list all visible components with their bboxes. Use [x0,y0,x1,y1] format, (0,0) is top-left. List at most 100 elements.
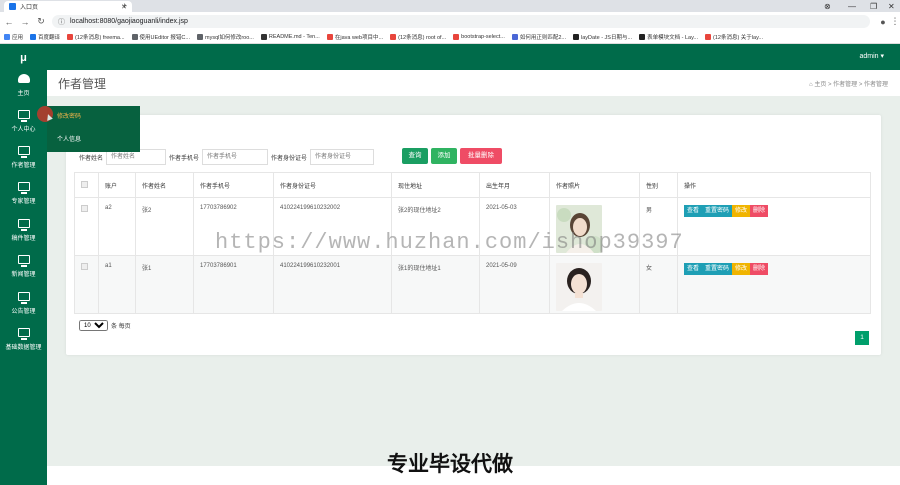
bookmark-item[interactable]: 在java web项目中... [326,33,384,41]
user-menu[interactable]: admin ▾ [859,52,884,60]
bookmark-favicon-icon [196,34,203,40]
bookmark-item[interactable]: 如何用正则匹配2... [511,33,567,41]
bookmark-favicon-icon [67,34,74,40]
maximize-icon[interactable]: ❐ [870,0,877,12]
delete-button[interactable]: 删除 [750,263,769,275]
row-checkbox-cell[interactable] [74,197,99,256]
reset-password-button[interactable]: 重置密码 [702,263,733,275]
author-id-label: 作者身份证号 [271,155,308,162]
bookmark-favicon-icon [639,34,646,40]
add-button[interactable]: 添加 [431,148,457,164]
profile-icon[interactable]: ⊗ [824,0,831,12]
author-phone-label: 作者手机号 [169,155,200,162]
row-checkbox[interactable] [81,205,88,212]
cell-account: a1 [98,255,136,314]
sidebar-item-base-data-mgmt[interactable]: 基础数据管理 [0,328,47,351]
select-all-header[interactable] [74,172,99,198]
cell-actions: 查看 重置密码 修改 删除 [677,197,871,256]
bookmark-item[interactable]: 表单模块文档 - Lay... [639,33,698,41]
monitor-icon [17,219,30,231]
new-tab-icon[interactable]: + [122,1,127,11]
row-checkbox[interactable] [81,263,88,270]
bookmark-label: README.md - Ten... [268,34,320,40]
bookmark-label: (12条消息) freema... [75,35,125,41]
cell-birth: 2021-05-09 [479,255,550,314]
bookmark-label: 如何用正则匹配2... [519,35,567,41]
mouse-cursor-icon [37,106,53,122]
query-button[interactable]: 查询 [402,148,428,164]
view-button[interactable]: 查看 [684,205,703,217]
table-header-row: 账户 作者姓名 作者手机号 作者身份证号 现住地址 出生年月 作者照片 性别 操… [74,172,871,198]
bookmark-item[interactable]: (12条消息) 关于lay... [705,33,763,41]
sidebar-item-author-mgmt[interactable]: 作者管理 [0,146,47,169]
author-photo [556,263,602,311]
row-checkbox-cell[interactable] [74,255,99,314]
bookmark-item[interactable]: bootstrap-select... [453,34,505,40]
column-header: 作者身份证号 [273,172,392,198]
bookmark-item[interactable]: 应用 [4,33,23,41]
bookmark-favicon-icon [4,34,10,40]
submenu-item-personal-info[interactable]: 个人信息 [47,129,140,152]
cell-name: 张1 [135,255,194,314]
sidebar-item-manuscript-mgmt[interactable]: 稿件管理 [0,219,47,242]
cell-address: 张1的现住地址1 [391,255,480,314]
info-icon[interactable]: ⓘ [58,17,65,27]
column-header: 性别 [639,172,678,198]
select-all-checkbox[interactable] [81,180,88,188]
app-logo: μ [20,52,27,64]
bookmark-label: 在java web项目中... [334,35,384,41]
sidebar-item-label: 作者管理 [11,163,36,169]
submenu-item-change-password[interactable]: 修改密码 [47,106,140,129]
bookmark-favicon-icon [30,34,37,40]
bookmark-label: 百度翻译 [38,35,61,41]
reload-icon[interactable]: ↻ [34,16,48,27]
sidebar-item-expert-mgmt[interactable]: 专家管理 [0,182,47,205]
page-size-control: 10 条 每页 [79,320,131,331]
bookmark-item[interactable]: layDate - JS日期与... [573,33,632,41]
bookmark-item[interactable]: (12条消息) freema... [67,33,125,41]
bookmark-item[interactable]: mysql如何修改roo... [196,33,254,41]
column-header: 账户 [98,172,136,198]
page-size-select[interactable]: 10 [79,320,108,331]
author-id-input[interactable] [310,149,375,165]
window-close-icon[interactable]: ✕ [888,0,895,12]
bookmark-item[interactable]: 使用UEditor 报错C... [131,33,190,41]
sidebar-item-notice-mgmt[interactable]: 公告管理 [0,292,47,315]
bookmark-favicon-icon [260,34,267,40]
bookmark-item[interactable]: 百度翻译 [30,33,60,41]
menu-dots-icon[interactable]: ⋮ [888,16,900,27]
monitor-icon [17,255,30,267]
edit-button[interactable]: 修改 [732,263,751,275]
dashboard-icon [17,74,30,83]
minimize-icon[interactable]: — [848,0,856,12]
url-field[interactable]: ⓘ localhost:8080/gaojiaoguanli/index.jsp… [52,15,870,28]
column-header: 现住地址 [391,172,480,198]
reset-password-button[interactable]: 重置密码 [702,205,733,217]
monitor-icon [17,292,30,304]
forward-icon[interactable]: → [18,17,32,27]
sidebar-item-news-mgmt[interactable]: 新闻管理 [0,255,47,278]
sidebar-item-label: 稿件管理 [11,236,36,242]
table-row: a1 张1 17703786901 410224199610232001 张1的… [74,255,871,314]
batch-delete-button[interactable]: 批量删除 [460,148,502,164]
sidebar-item-home[interactable]: 主页 [0,74,47,97]
top-bar: admin ▾ [47,44,900,70]
cell-gender: 女 [639,255,678,314]
bookmark-favicon-icon [131,34,138,40]
bookmark-item[interactable]: README.md - Ten... [260,34,320,40]
bookmark-label: (12条消息) 关于lay... [713,35,764,41]
view-button[interactable]: 查看 [684,263,703,275]
browser-tab[interactable]: 入口页 ✕ [4,1,132,12]
edit-button[interactable]: 修改 [732,205,751,217]
column-header: 出生年月 [479,172,550,198]
bookmark-item[interactable]: (12条消息) root of... [390,33,446,41]
monitor-icon [17,328,30,340]
bookmark-favicon-icon [511,34,518,40]
bookmark-label: 应用 [12,35,24,41]
delete-button[interactable]: 删除 [750,205,769,217]
back-icon[interactable]: ← [2,17,16,27]
author-name-label: 作者姓名 [79,155,104,162]
bookmark-label: (12条消息) root of... [398,35,447,41]
pagination-page-button[interactable]: 1 [855,331,869,345]
author-phone-input[interactable] [202,149,269,165]
